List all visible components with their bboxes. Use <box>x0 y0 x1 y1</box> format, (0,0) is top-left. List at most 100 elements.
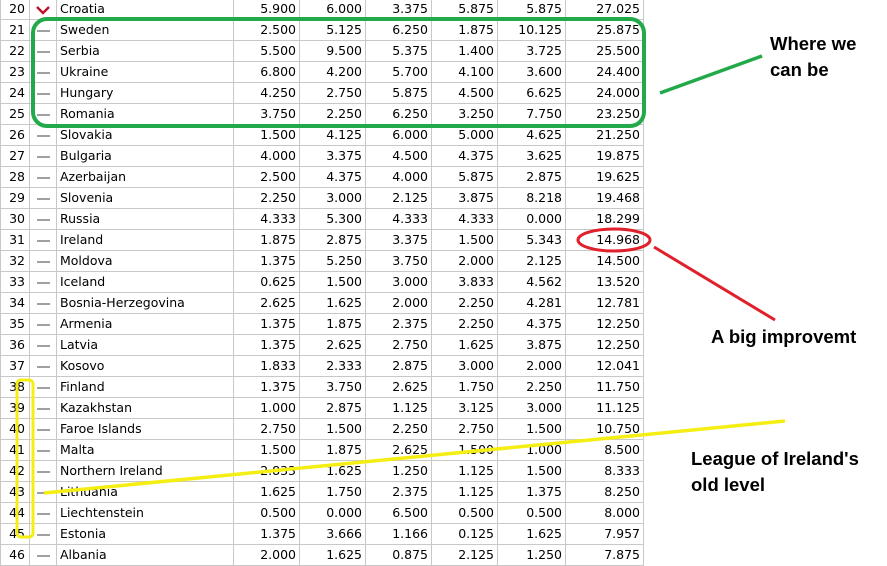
value-cell: 2.625 <box>365 439 432 461</box>
value-cell: 3.375 <box>365 0 432 20</box>
table-row: 39 Kazakhstan 1.000 2.875 1.125 3.125 3.000 11.… <box>0 397 644 419</box>
rank-cell: 22 <box>0 40 30 62</box>
value-cell: 2.750 <box>431 418 498 440</box>
country-cell: Romania <box>56 103 234 125</box>
table-row: 46 Albania 2.000 1.625 0.875 2.125 1.250 7.875 <box>0 544 644 566</box>
country-cell: Slovenia <box>56 187 234 209</box>
value-cell: 3.600 <box>497 61 566 83</box>
no-change-dash-icon <box>36 491 50 494</box>
value-cell: 2.875 <box>497 166 566 188</box>
value-cell: 1.125 <box>431 460 498 482</box>
country-cell: Azerbaijan <box>56 166 234 188</box>
trend-cell <box>29 271 57 293</box>
trend-cell <box>29 82 57 104</box>
value-cell: 3.725 <box>497 40 566 62</box>
value-cell: 2.333 <box>299 355 366 377</box>
country-cell: Kosovo <box>56 355 234 377</box>
trend-cell <box>29 19 57 41</box>
trend-cell <box>29 460 57 482</box>
trend-cell <box>29 397 57 419</box>
value-cell: 4.333 <box>365 208 432 230</box>
value-cell: 4.250 <box>233 82 300 104</box>
chevron-down-icon <box>36 5 50 15</box>
total-cell: 24.400 <box>565 61 644 83</box>
value-cell: 4.562 <box>497 271 566 293</box>
value-cell: 1.625 <box>299 544 366 566</box>
value-cell: 5.875 <box>431 0 498 20</box>
country-cell: Slovakia <box>56 124 234 146</box>
value-cell: 2.500 <box>233 166 300 188</box>
no-change-dash-icon <box>36 134 50 137</box>
value-cell: 2.250 <box>233 187 300 209</box>
country-cell: Latvia <box>56 334 234 356</box>
country-cell: Estonia <box>56 523 234 545</box>
value-cell: 3.750 <box>299 376 366 398</box>
country-cell: Finland <box>56 376 234 398</box>
value-cell: 1.625 <box>233 481 300 503</box>
no-change-dash-icon <box>36 365 50 368</box>
trend-cell <box>29 481 57 503</box>
value-cell: 5.000 <box>431 124 498 146</box>
value-cell: 2.375 <box>365 481 432 503</box>
total-cell: 24.000 <box>565 82 644 104</box>
value-cell: 1.750 <box>431 376 498 398</box>
value-cell: 1.625 <box>299 292 366 314</box>
value-cell: 3.625 <box>497 145 566 167</box>
rank-cell: 38 <box>0 376 30 398</box>
value-cell: 3.875 <box>431 187 498 209</box>
trend-cell <box>29 124 57 146</box>
value-cell: 3.125 <box>431 397 498 419</box>
rank-cell: 23 <box>0 61 30 83</box>
table-row: 20 Croatia 5.900 6.000 3.375 5.875 5.875 27.025 <box>0 0 644 20</box>
value-cell: 1.166 <box>365 523 432 545</box>
value-cell: 3.750 <box>365 250 432 272</box>
trend-cell <box>29 355 57 377</box>
rank-cell: 42 <box>0 460 30 482</box>
total-cell: 10.750 <box>565 418 644 440</box>
trend-cell <box>29 166 57 188</box>
country-cell: Ukraine <box>56 61 234 83</box>
rank-cell: 43 <box>0 481 30 503</box>
total-cell: 21.250 <box>565 124 644 146</box>
total-cell: 8.333 <box>565 460 644 482</box>
value-cell: 4.000 <box>365 166 432 188</box>
rank-cell: 33 <box>0 271 30 293</box>
yellow-note: League of Ireland's old level <box>691 448 859 495</box>
country-cell: Hungary <box>56 82 234 104</box>
value-cell: 5.125 <box>299 19 366 41</box>
no-change-dash-icon <box>36 554 50 557</box>
value-cell: 9.500 <box>299 40 366 62</box>
no-change-dash-icon <box>36 197 50 200</box>
table-row: 45 Estonia 1.375 3.666 1.166 0.125 1.625 7.957 <box>0 523 644 545</box>
value-cell: 4.125 <box>299 124 366 146</box>
trend-cell <box>29 229 57 251</box>
total-cell: 8.500 <box>565 439 644 461</box>
value-cell: 2.625 <box>299 334 366 356</box>
total-cell: 8.250 <box>565 481 644 503</box>
trend-cell <box>29 292 57 314</box>
table-row: 31 Ireland 1.875 2.875 3.375 1.500 5.343 14.968 <box>0 229 644 251</box>
country-cell: Moldova <box>56 250 234 272</box>
table-row: 28 Azerbaijan 2.500 4.375 4.000 5.875 2.875 19.… <box>0 166 644 188</box>
no-change-dash-icon <box>36 512 50 515</box>
table-row: 40 Faroe Islands 2.750 1.500 2.250 2.750 1.500… <box>0 418 644 440</box>
no-change-dash-icon <box>36 302 50 305</box>
no-change-dash-icon <box>36 50 50 53</box>
value-cell: 6.250 <box>365 19 432 41</box>
value-cell: 3.750 <box>233 103 300 125</box>
value-cell: 3.375 <box>299 145 366 167</box>
trend-cell <box>29 544 57 566</box>
value-cell: 1.875 <box>299 439 366 461</box>
value-cell: 7.750 <box>497 103 566 125</box>
value-cell: 1.500 <box>233 124 300 146</box>
value-cell: 2.125 <box>497 250 566 272</box>
value-cell: 4.333 <box>431 208 498 230</box>
total-cell: 19.875 <box>565 145 644 167</box>
no-change-dash-icon <box>36 533 50 536</box>
table-row: 22 Serbia 5.500 9.500 5.375 1.400 3.725 25.500 <box>0 40 644 62</box>
table-row: 26 Slovakia 1.500 4.125 6.000 5.000 4.625 21.25… <box>0 124 644 146</box>
value-cell: 4.281 <box>497 292 566 314</box>
value-cell: 5.250 <box>299 250 366 272</box>
no-change-dash-icon <box>36 344 50 347</box>
country-cell: Iceland <box>56 271 234 293</box>
